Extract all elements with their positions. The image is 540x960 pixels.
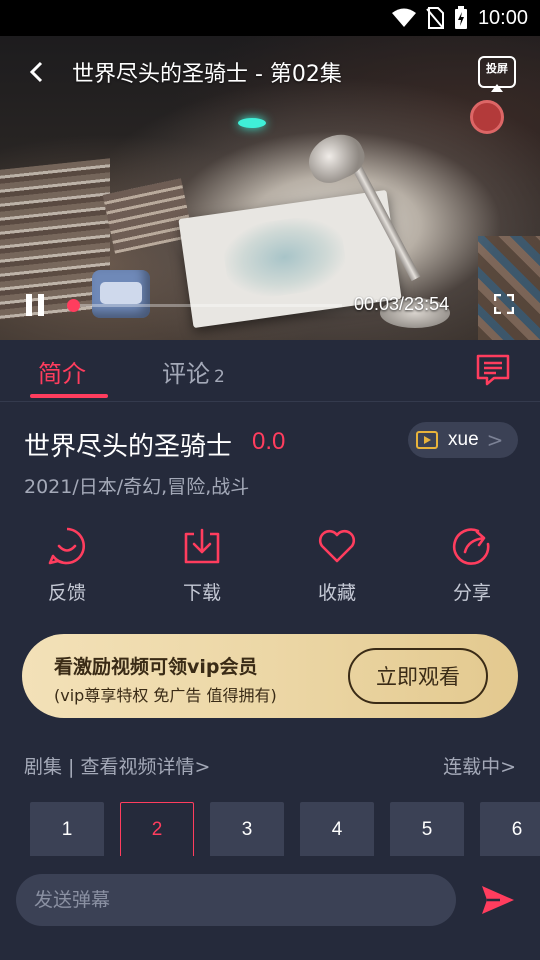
status-bar: 10:00 — [0, 0, 540, 36]
time-readout: 00:03/23:54 — [354, 294, 450, 314]
pause-icon[interactable] — [26, 294, 46, 316]
video-scene-books-2 — [102, 178, 194, 254]
vip-title: 看激励视频可领vip会员 — [54, 656, 258, 678]
danmaku-input[interactable] — [16, 874, 456, 926]
chevron-right-icon: > — [486, 428, 504, 452]
cast-label: 投屏 — [486, 62, 508, 75]
video-scene-butterfly — [238, 118, 266, 128]
smile-bubble-icon — [48, 527, 86, 565]
episode-item[interactable]: 4 — [300, 802, 374, 856]
status-time: 10:00 — [477, 6, 528, 29]
favorite-label: 收藏 — [317, 582, 356, 604]
video-top-bar: 世界尽头的圣骑士 - 第02集 — [0, 36, 540, 108]
comments-count: 2 — [214, 367, 225, 387]
cast-icon — [491, 84, 503, 92]
danmaku-toggle-icon[interactable] — [476, 354, 510, 386]
source-name: xue — [448, 429, 479, 450]
download-button[interactable]: 下载 — [157, 526, 247, 606]
vip-subtitle: (vip尊享特权 免广告 值得拥有) — [54, 686, 277, 705]
share-icon — [452, 528, 490, 565]
progress-thumb[interactable] — [66, 299, 80, 312]
episode-item[interactable]: 1 — [30, 802, 104, 856]
watch-now-button[interactable]: 立即观看 — [348, 648, 488, 704]
episode-list: 1 2 3 4 5 6 — [0, 800, 540, 856]
episode-item[interactable]: 6 — [480, 802, 540, 856]
tab-intro[interactable]: 简介 — [38, 354, 86, 389]
progress-bar[interactable] — [66, 299, 342, 312]
send-icon[interactable] — [480, 884, 516, 916]
danmaku-bar — [0, 856, 540, 960]
back-arrow-icon[interactable] — [24, 60, 48, 84]
video-controls: 00:03/23:54 — [0, 288, 540, 324]
share-button[interactable]: 分享 — [427, 526, 517, 606]
no-sim-icon — [426, 7, 444, 29]
vip-banner[interactable]: 看激励视频可领vip会员 (vip尊享特权 免广告 值得拥有) 立即观看 — [22, 634, 518, 718]
tabs-divider — [0, 401, 540, 402]
show-title: 世界尽头的圣骑士 — [24, 432, 233, 462]
download-label: 下载 — [182, 582, 221, 604]
video-title: 世界尽头的圣骑士 - 第02集 — [72, 62, 342, 87]
feedback-label: 反馈 — [47, 582, 86, 604]
heart-icon — [318, 529, 356, 563]
tab-indicator — [30, 394, 108, 398]
show-meta: 2021/日本/奇幻,冒险,战斗 — [24, 476, 250, 498]
video-player[interactable]: 世界尽头的圣骑士 - 第02集 投屏 00:03/23:54 — [0, 36, 540, 340]
episodes-header[interactable]: 剧集 | 查看视频详情> — [24, 752, 210, 779]
battery-charging-icon — [454, 6, 467, 29]
tab-comments[interactable]: 评论 2 — [162, 354, 225, 389]
show-score: 0.0 — [252, 428, 286, 455]
share-label: 分享 — [452, 582, 491, 604]
download-icon — [184, 528, 220, 564]
episode-item[interactable]: 3 — [210, 802, 284, 856]
tab-comments-label: 评论 — [162, 360, 210, 388]
fullscreen-icon[interactable] — [494, 294, 514, 314]
episode-item[interactable]: 5 — [390, 802, 464, 856]
episodes-status[interactable]: 连载中> — [443, 752, 516, 779]
cast-button[interactable]: 投屏 — [478, 56, 516, 92]
feedback-button[interactable]: 反馈 — [22, 526, 112, 606]
source-selector[interactable]: xue > — [408, 422, 518, 458]
film-icon — [416, 431, 438, 449]
favorite-button[interactable]: 收藏 — [292, 526, 382, 606]
episode-item-active[interactable]: 2 — [120, 802, 194, 856]
wifi-icon — [391, 8, 416, 27]
detail-tabs: 简介 评论 2 — [0, 340, 540, 402]
